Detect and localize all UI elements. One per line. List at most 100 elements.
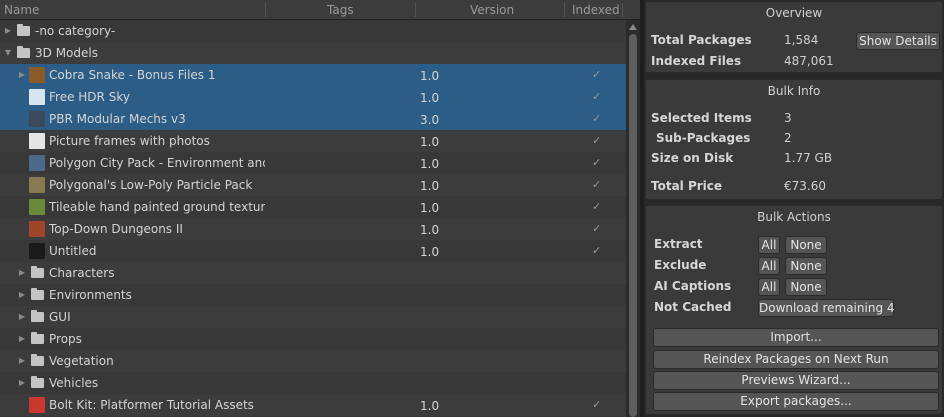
extract-all-button[interactable]: All	[758, 236, 780, 254]
tree-package-row[interactable]: Free HDR Sky 1.0 ✓	[0, 86, 626, 108]
indexed-check-icon: ✓	[592, 398, 602, 411]
exclude-all-button[interactable]: All	[758, 257, 780, 275]
tree-folder-row[interactable]: ▶ Vehicles	[0, 372, 626, 394]
export-packages-button[interactable]: Export packages...	[653, 392, 939, 411]
tree-folder-row[interactable]: ▶ Props	[0, 328, 626, 350]
expand-arrow-right-icon[interactable]: ▶	[17, 328, 27, 350]
folder-icon	[31, 354, 44, 366]
ai-captions-none-button[interactable]: None	[785, 278, 827, 296]
import-button[interactable]: Import...	[653, 328, 939, 347]
tree-header: Name Tags Version Indexed	[0, 0, 640, 20]
bulk-info-section: Bulk Info Selected Items 3 Sub-Packages …	[645, 79, 943, 200]
tree-folder-row[interactable]: ▶ -no category-	[0, 20, 626, 42]
tree-row-version: 3.0	[420, 113, 440, 127]
ai-captions-all-button[interactable]: All	[758, 278, 780, 296]
package-thumbnail	[29, 243, 45, 259]
tree-row-label: Props	[49, 332, 82, 346]
indexed-check-icon: ✓	[592, 156, 602, 169]
selected-items-label: Selected Items	[651, 111, 752, 125]
tree-row-label: Vehicles	[49, 376, 99, 390]
column-header-name[interactable]: Name	[4, 0, 39, 20]
extract-label: Extract	[654, 237, 703, 251]
total-price-label: Total Price	[651, 179, 723, 193]
package-thumbnail	[29, 111, 45, 127]
expand-arrow-right-icon[interactable]: ▶	[3, 20, 13, 42]
tree-row-label: Free HDR Sky	[49, 90, 130, 104]
tree-row-version: 1.0	[420, 91, 440, 105]
size-on-disk-label: Size on Disk	[651, 151, 734, 165]
tree-package-row[interactable]: PBR Modular Mechs v3 3.0 ✓	[0, 108, 626, 130]
not-cached-label: Not Cached	[654, 300, 732, 314]
package-thumbnail	[29, 133, 45, 149]
column-divider[interactable]	[622, 3, 623, 17]
tree-row-label: Cobra Snake - Bonus Files 1	[49, 68, 216, 82]
tree-row-label: Polygonal's Low-Poly Particle Pack	[49, 178, 253, 192]
folder-icon	[17, 46, 30, 58]
tree-row-label: GUI	[49, 310, 71, 324]
details-panel: Overview Total Packages 1,584 Show Detai…	[644, 0, 944, 417]
tree-row-label: Tileable hand painted ground texture p	[49, 200, 265, 214]
tree-package-row[interactable]: Untitled 1.0 ✓	[0, 240, 626, 262]
indexed-check-icon: ✓	[592, 134, 602, 147]
exclude-none-button[interactable]: None	[785, 257, 827, 275]
expand-arrow-right-icon[interactable]: ▶	[17, 262, 27, 284]
tree-row-version: 1.0	[420, 399, 440, 413]
tree-folder-row[interactable]: ▶ GUI	[0, 306, 626, 328]
expand-arrow-right-icon[interactable]: ▶	[17, 350, 27, 372]
tree-row-version: 1.0	[420, 179, 440, 193]
tree-package-row[interactable]: Tileable hand painted ground texture p 1.…	[0, 196, 626, 218]
scrollbar-thumb[interactable]	[629, 34, 637, 417]
tree-row-version: 1.0	[420, 157, 440, 171]
folder-icon	[31, 288, 44, 300]
tree-package-row[interactable]: Polygon City Pack - Environment and I 1.0…	[0, 152, 626, 174]
indexed-check-icon: ✓	[592, 112, 602, 125]
reindex-packages-button[interactable]: Reindex Packages on Next Run	[653, 350, 939, 369]
tree-row-version: 1.0	[420, 223, 440, 237]
tree-row-label: Vegetation	[49, 354, 114, 368]
indexed-check-icon: ✓	[592, 244, 602, 257]
tree-package-row[interactable]: Bolt Kit: Platformer Tutorial Assets 1.0 ✓	[0, 394, 626, 416]
folder-icon	[31, 310, 44, 322]
indexed-check-icon: ✓	[592, 90, 602, 103]
expand-arrow-right-icon[interactable]: ▶	[17, 284, 27, 306]
show-details-button[interactable]: Show Details	[856, 32, 940, 50]
tree-package-row[interactable]: Picture frames with photos 1.0 ✓	[0, 130, 626, 152]
package-thumbnail	[29, 397, 45, 413]
ai-captions-label: AI Captions	[654, 279, 732, 293]
tree-row-version: 1.0	[420, 135, 440, 149]
column-header-version[interactable]: Version	[470, 0, 514, 20]
expand-arrow-right-icon[interactable]: ▶	[17, 306, 27, 328]
previews-wizard-button[interactable]: Previews Wizard...	[653, 371, 939, 390]
indexed-check-icon: ✓	[592, 178, 602, 191]
extract-none-button[interactable]: None	[785, 236, 827, 254]
vertical-scrollbar[interactable]	[626, 20, 640, 417]
total-price-value: €73.60	[784, 179, 826, 193]
package-thumbnail	[29, 177, 45, 193]
tree-folder-row[interactable]: ▼ 3D Models	[0, 42, 626, 64]
indexed-check-icon: ✓	[592, 222, 602, 235]
expand-arrow-right-icon[interactable]: ▶	[17, 372, 27, 394]
tree-row-label: 3D Models	[35, 46, 98, 60]
folder-icon	[17, 24, 30, 36]
bulk-info-title: Bulk Info	[767, 84, 821, 98]
folder-icon	[31, 266, 44, 278]
tree-row-label: Untitled	[49, 244, 97, 258]
tree-package-row[interactable]: ▶ Cobra Snake - Bonus Files 1 1.0 ✓	[0, 64, 626, 86]
size-on-disk-value: 1.77 GB	[784, 151, 833, 165]
tree-package-row[interactable]: Polygonal's Low-Poly Particle Pack 1.0 ✓	[0, 174, 626, 196]
column-header-indexed[interactable]: Indexed	[572, 0, 620, 20]
column-divider[interactable]	[415, 3, 416, 17]
tree-folder-row[interactable]: ▶ Environments	[0, 284, 626, 306]
folder-icon	[31, 376, 44, 388]
tree-folder-row[interactable]: ▶ Characters	[0, 262, 626, 284]
column-divider[interactable]	[265, 3, 266, 17]
tree-package-row[interactable]: Top-Down Dungeons II 1.0 ✓	[0, 218, 626, 240]
expand-arrow-right-icon[interactable]: ▶	[17, 64, 27, 86]
overview-section: Overview Total Packages 1,584 Show Detai…	[645, 1, 943, 73]
column-header-tags[interactable]: Tags	[327, 0, 354, 20]
column-divider[interactable]	[564, 3, 565, 17]
scroll-up-icon[interactable]	[629, 24, 637, 30]
tree-folder-row[interactable]: ▶ Vegetation	[0, 350, 626, 372]
download-remaining-button[interactable]: Download remaining 4	[758, 299, 895, 317]
expand-arrow-down-icon[interactable]: ▼	[3, 42, 13, 64]
